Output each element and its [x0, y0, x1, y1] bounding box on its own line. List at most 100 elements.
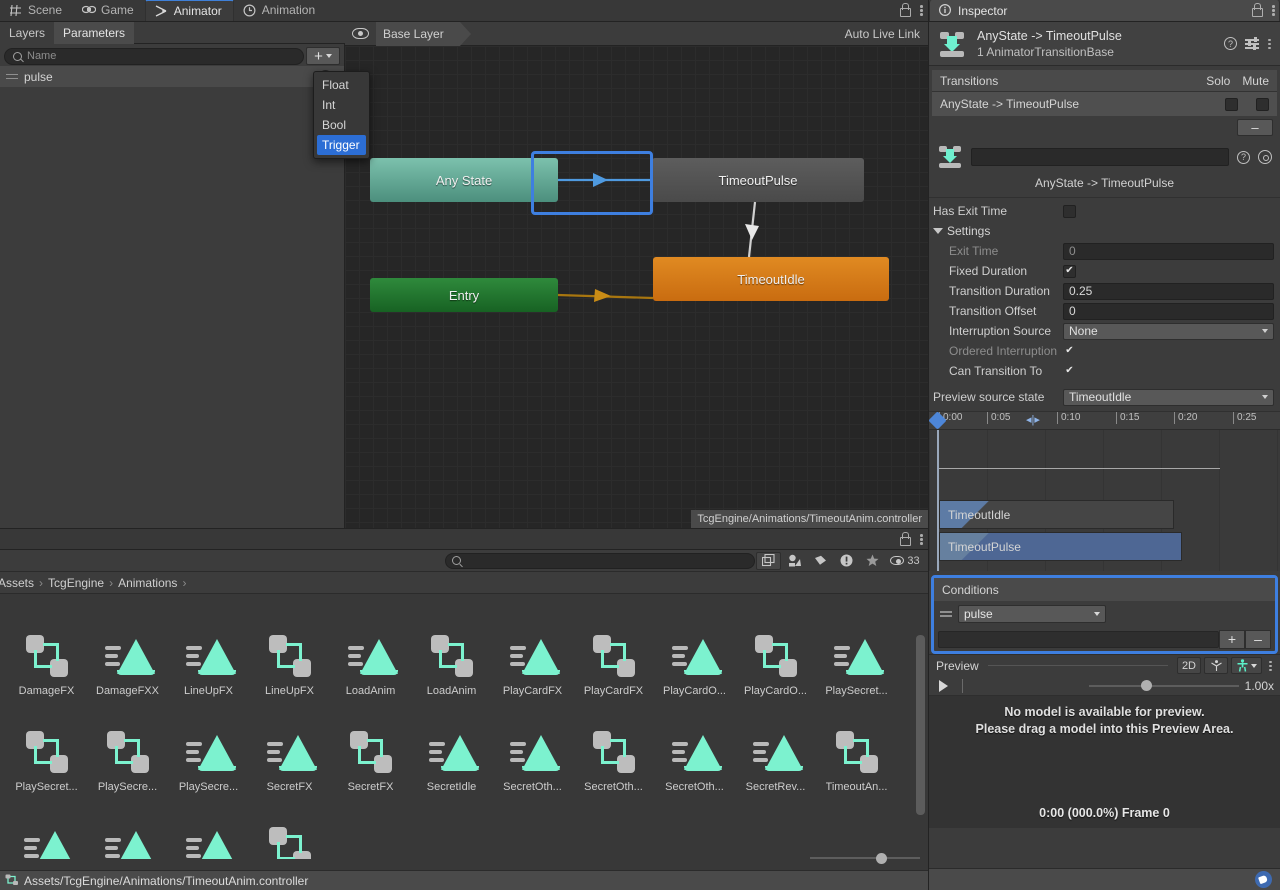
asset-item[interactable]: SecretIdle — [411, 723, 492, 819]
selected-transition-highlight[interactable] — [531, 151, 653, 215]
transition-row[interactable]: AnyState -> TimeoutPulse — [932, 92, 1277, 116]
lock-icon[interactable] — [1250, 3, 1263, 17]
add-parameter-button[interactable]: + — [306, 47, 340, 65]
animator-state-graph[interactable]: Any State TimeoutPulse Entry TimeoutIdle… — [345, 46, 928, 528]
asset-item[interactable]: WarningTe... — [168, 819, 249, 859]
can-transition-to-self-checkbox[interactable] — [1063, 364, 1076, 378]
help-icon[interactable]: ? — [1224, 37, 1237, 50]
slider-knob[interactable] — [876, 852, 887, 864]
parameter-row-pulse[interactable]: pulse — [0, 66, 344, 88]
parameter-type-menu[interactable]: Float Int Bool Trigger — [313, 71, 370, 159]
state-node-timeout-pulse[interactable]: TimeoutPulse — [652, 158, 864, 202]
asset-item[interactable]: DamageFX — [6, 627, 87, 723]
favorites-star-icon[interactable] — [860, 552, 885, 570]
eye-icon[interactable] — [352, 28, 369, 39]
asset-item[interactable]: LoadAnim — [330, 627, 411, 723]
menu-item-trigger[interactable]: Trigger — [317, 135, 366, 155]
gear-icon[interactable] — [1258, 150, 1272, 164]
project-scrollbar[interactable] — [915, 621, 926, 838]
preview-pivot-icon[interactable] — [1204, 657, 1228, 674]
auto-live-link-button[interactable]: Auto Live Link — [837, 27, 928, 41]
search-in-packages-button[interactable] — [756, 551, 781, 570]
state-node-entry[interactable]: Entry — [370, 278, 558, 312]
breadcrumb-animations[interactable]: Animations — [118, 576, 177, 590]
mute-checkbox[interactable] — [1256, 97, 1269, 111]
tab-animator[interactable]: Animator — [144, 0, 234, 21]
filter-by-type-icon[interactable] — [782, 552, 807, 570]
kebab-menu-icon[interactable] — [1268, 659, 1273, 673]
asset-item[interactable]: TimeoutIdle — [6, 819, 87, 859]
lock-icon[interactable] — [898, 3, 911, 17]
condition-parameter-dropdown[interactable]: pulse — [958, 605, 1106, 623]
remove-transition-button[interactable]: – — [1237, 118, 1273, 136]
asset-item[interactable]: SecretOth... — [492, 723, 573, 819]
asset-item[interactable]: PlaySecret... — [816, 627, 897, 723]
asset-item[interactable]: SecretRev... — [735, 723, 816, 819]
asset-labels-icon[interactable] — [1255, 871, 1272, 888]
menu-item-bool[interactable]: Bool — [314, 115, 369, 135]
preview-area[interactable]: No model is available for preview. Pleas… — [929, 696, 1280, 828]
timeline-body[interactable]: TimeoutIdle TimeoutPulse — [929, 430, 1280, 571]
transition-timeline[interactable]: 0:00 0:05 0:10 0:15 0:20 0:25 ◂|▸ Timeou… — [929, 411, 1280, 571]
asset-item[interactable]: TimeoutPul... — [87, 819, 168, 859]
tab-animation[interactable]: Animation — [233, 0, 327, 21]
tab-inspector[interactable]: Inspector — [929, 0, 1280, 21]
state-node-timeout-idle[interactable]: TimeoutIdle — [653, 257, 889, 301]
condition-row[interactable]: pulse — [934, 601, 1275, 627]
state-node-any-state[interactable]: Any State — [370, 158, 558, 202]
filter-warnings-icon[interactable] — [834, 552, 859, 570]
asset-item[interactable]: SecretOth... — [573, 723, 654, 819]
kebab-menu-icon[interactable] — [919, 3, 924, 17]
presets-icon[interactable] — [1245, 37, 1259, 50]
tab-scene[interactable]: Scene — [0, 0, 74, 21]
timeline-clip-destination[interactable]: TimeoutPulse — [939, 532, 1182, 561]
kebab-menu-icon[interactable] — [919, 532, 924, 546]
preview-source-state-dropdown[interactable]: TimeoutIdle — [1063, 388, 1274, 406]
preview-speed-slider[interactable] — [1088, 680, 1239, 692]
exit-time-field[interactable]: 0 — [1063, 242, 1274, 260]
asset-item[interactable]: LoadAnim — [411, 627, 492, 723]
remove-condition-button[interactable]: – — [1245, 629, 1271, 649]
breadcrumb-tcgengine[interactable]: TcgEngine — [48, 576, 104, 590]
help-icon[interactable]: ? — [1237, 150, 1250, 164]
kebab-menu-icon[interactable] — [1271, 3, 1276, 17]
subtab-parameters[interactable]: Parameters — [54, 21, 135, 44]
breadcrumb-assets[interactable]: Assets — [0, 576, 34, 590]
fixed-duration-checkbox[interactable] — [1063, 264, 1076, 278]
asset-item[interactable]: PlayCardFX — [492, 627, 573, 723]
asset-grid-area[interactable]: DamageFX DamageFXX LineUpFX LineUpFX LoadAni… — [0, 617, 928, 859]
asset-item[interactable]: WarningTe... — [249, 819, 330, 859]
add-condition-button[interactable]: + — [1219, 629, 1245, 649]
slider-knob[interactable] — [1140, 680, 1152, 691]
asset-item[interactable]: SecretFX — [249, 723, 330, 819]
asset-item[interactable]: SecretOth... — [654, 723, 735, 819]
project-search-input[interactable] — [445, 552, 755, 569]
ordered-interruption-checkbox[interactable] — [1063, 344, 1076, 358]
parameter-search-input[interactable]: Name — [4, 47, 304, 65]
asset-item[interactable]: TimeoutAn... — [816, 723, 897, 819]
preview-2d-toggle[interactable]: 2D — [1176, 657, 1201, 674]
has-exit-time-checkbox[interactable] — [1063, 204, 1076, 218]
settings-foldout[interactable]: Settings — [929, 221, 1280, 241]
scrollbar-thumb[interactable] — [916, 635, 925, 815]
preview-avatar-icon[interactable] — [1231, 657, 1262, 674]
asset-item[interactable]: PlayCardO... — [735, 627, 816, 723]
transition-duration-field[interactable]: 0.25 — [1063, 282, 1274, 300]
asset-item[interactable]: PlaySecret... — [6, 723, 87, 819]
drag-handle-icon[interactable] — [6, 73, 18, 81]
asset-item[interactable]: PlaySecre... — [87, 723, 168, 819]
interruption-source-dropdown[interactable]: None — [1063, 322, 1274, 340]
solo-checkbox[interactable] — [1225, 97, 1238, 111]
transition-name-input[interactable] — [971, 148, 1229, 166]
menu-item-float[interactable]: Float — [314, 75, 369, 95]
drag-handle-icon[interactable] — [940, 610, 952, 618]
play-button[interactable] — [939, 679, 948, 692]
asset-item[interactable]: SecretFX — [330, 723, 411, 819]
asset-item[interactable]: PlaySecre... — [168, 723, 249, 819]
asset-item[interactable]: PlayCardO... — [654, 627, 735, 723]
filter-by-label-icon[interactable] — [808, 552, 833, 570]
asset-item[interactable]: LineUpFX — [168, 627, 249, 723]
menu-item-int[interactable]: Int — [314, 95, 369, 115]
tab-game[interactable]: Game — [73, 0, 145, 21]
duration-marker-icon[interactable]: ◂|▸ — [1026, 413, 1040, 426]
